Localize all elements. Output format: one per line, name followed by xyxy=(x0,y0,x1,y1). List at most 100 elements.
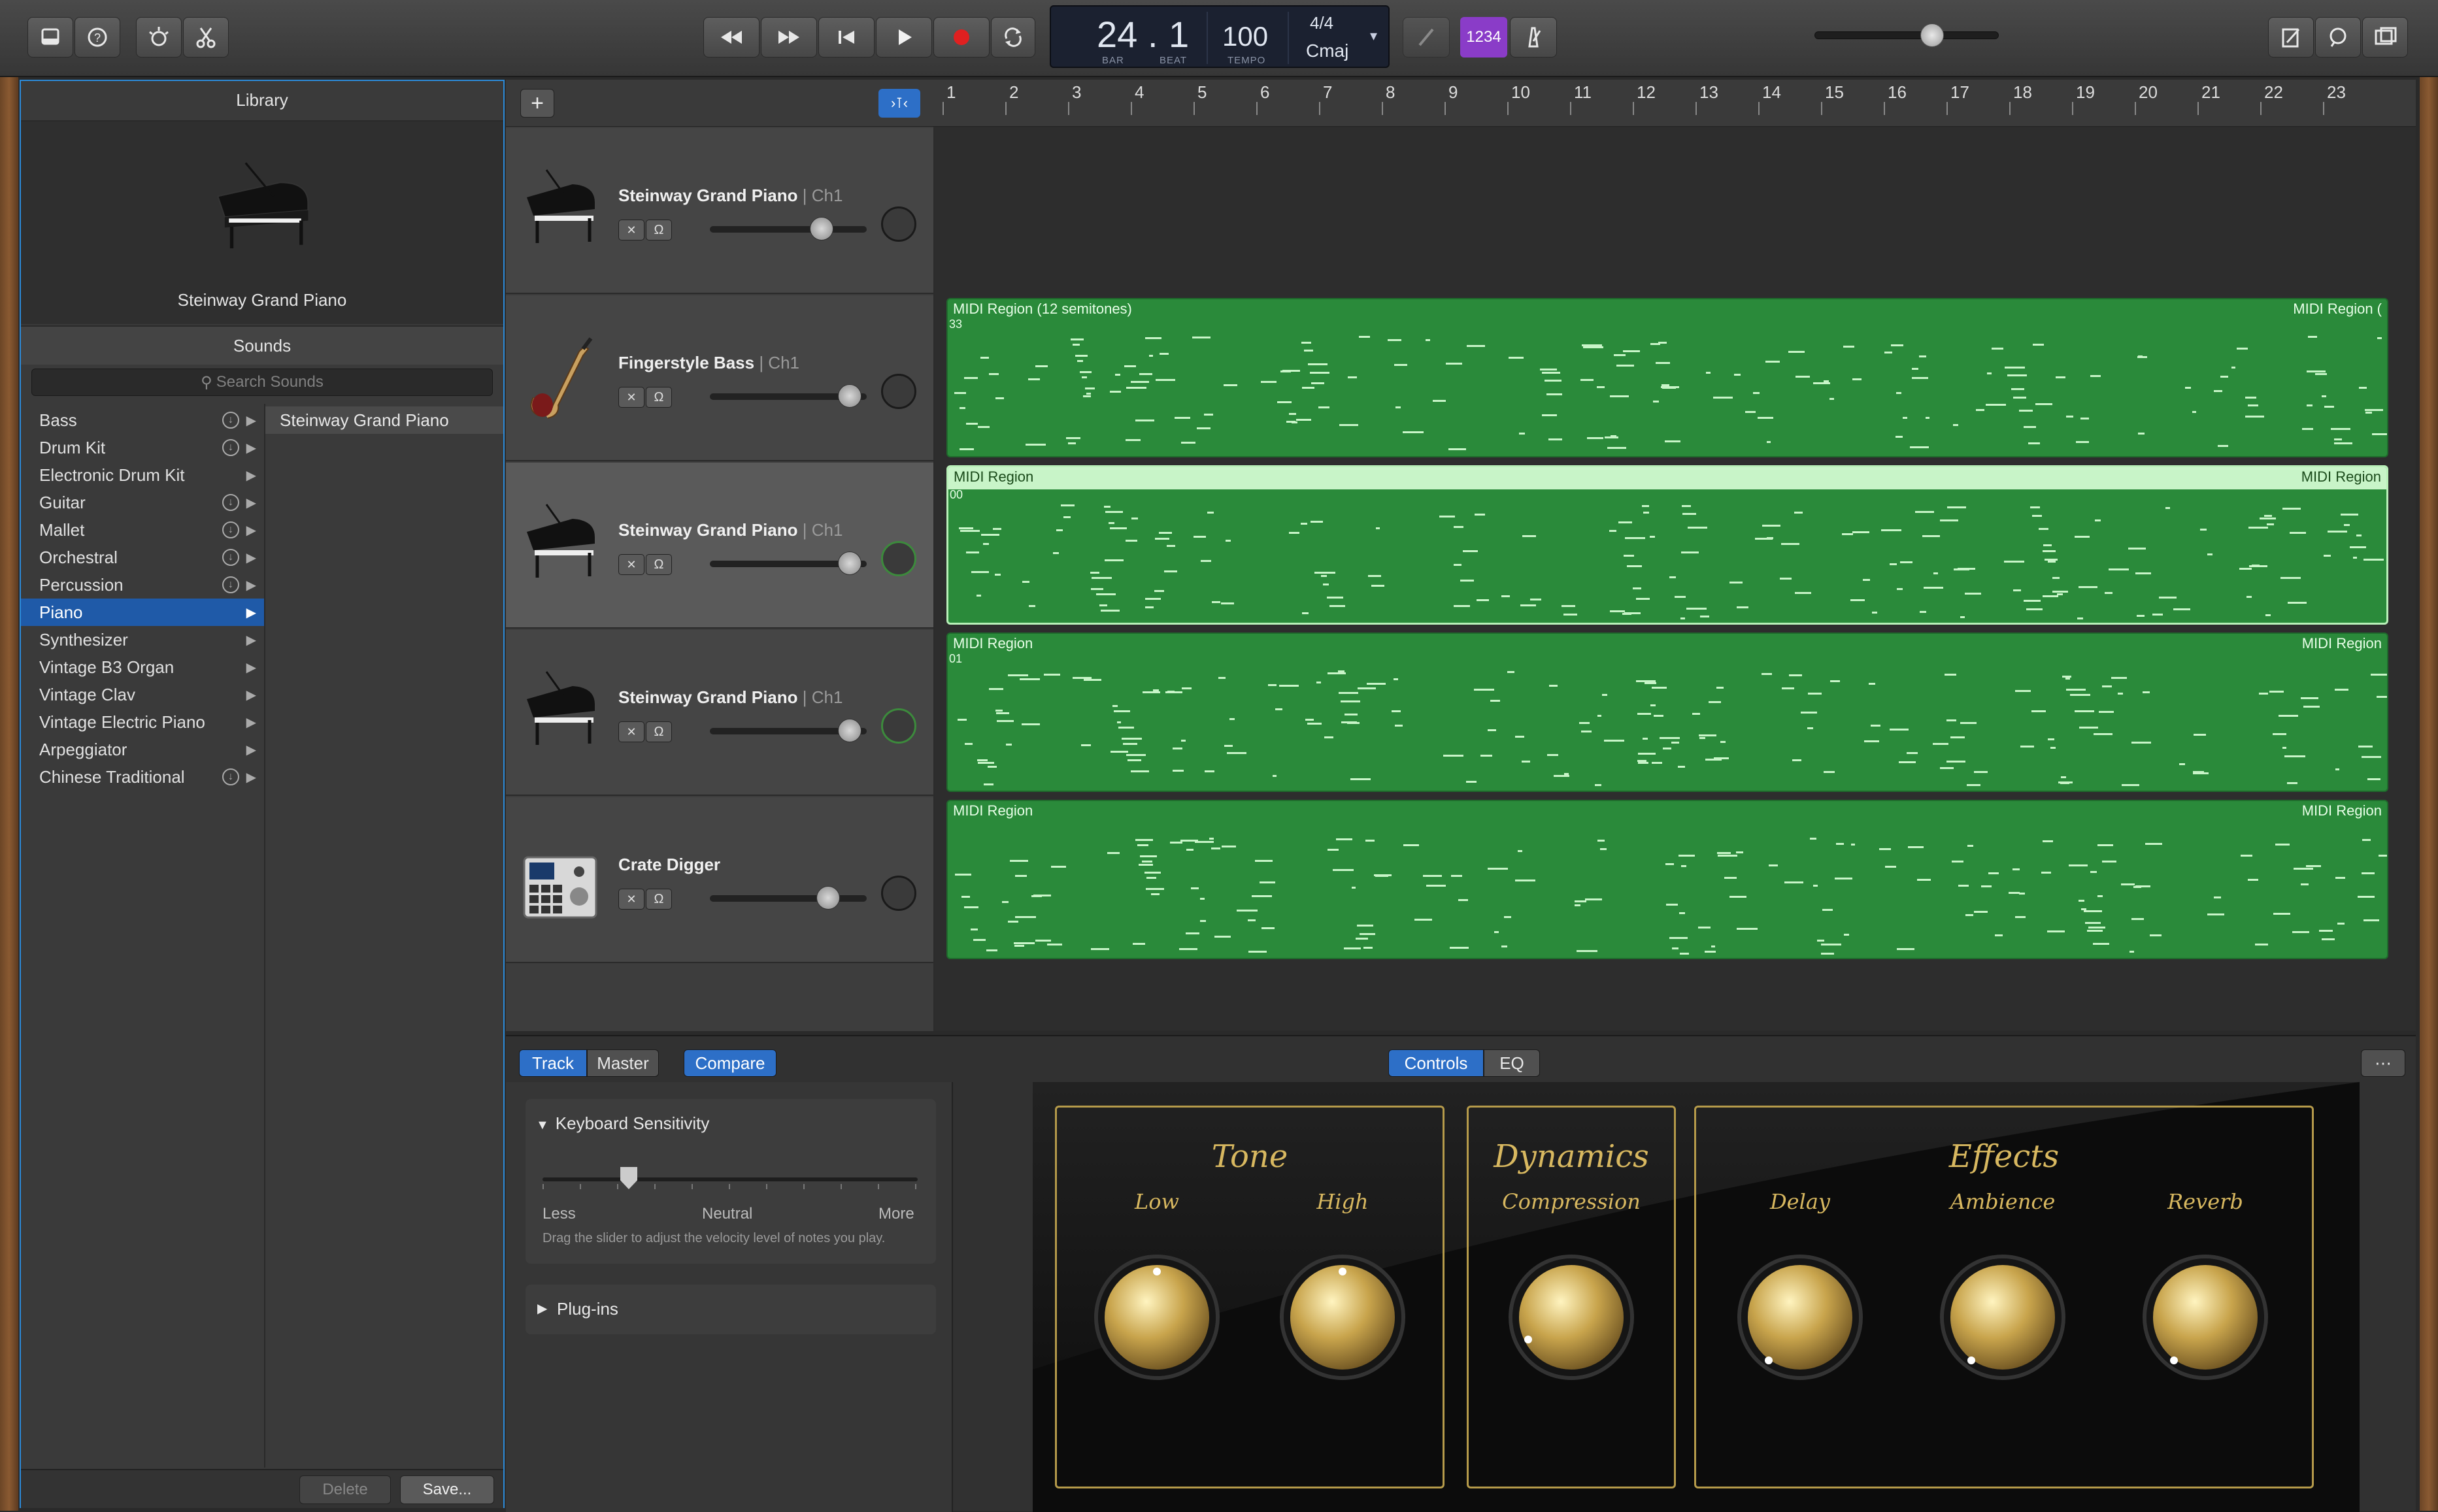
category-chinese-traditional[interactable]: Chinese Traditional ↓ ▶ xyxy=(21,763,264,791)
solo-button[interactable]: Ω xyxy=(646,220,672,240)
solo-button[interactable]: Ω xyxy=(646,889,672,910)
help-icon[interactable]: ? xyxy=(75,17,120,58)
category-drum-kit[interactable]: Drum Kit ↓ ▶ xyxy=(21,434,264,461)
midi-note xyxy=(1347,376,1358,379)
tab-track[interactable]: Track xyxy=(519,1049,587,1077)
category-mallet[interactable]: Mallet ↓ ▶ xyxy=(21,516,264,544)
category-piano[interactable]: Piano ▶ xyxy=(21,599,264,626)
record-icon[interactable] xyxy=(933,17,990,58)
mute-button[interactable]: ✕ xyxy=(618,387,644,408)
download-icon[interactable]: ↓ xyxy=(222,576,239,593)
category-vintage-b3-organ[interactable]: Vintage B3 Organ ▶ xyxy=(21,653,264,681)
track-volume-slider[interactable] xyxy=(710,384,867,408)
solo-button[interactable]: Ω xyxy=(646,721,672,742)
lcd-display[interactable]: 24 . 1 BAR BEAT 100 TEMPO 4/4 Cmaj ▾ xyxy=(1050,5,1390,68)
mute-button[interactable]: ✕ xyxy=(618,889,644,910)
track-volume-knob[interactable] xyxy=(837,384,861,408)
master-volume-knob[interactable] xyxy=(1920,24,1945,47)
rewind-icon[interactable] xyxy=(703,17,760,58)
add-track-button[interactable]: + xyxy=(520,89,554,118)
sensitivity-thumb[interactable] xyxy=(620,1167,638,1189)
save-button[interactable]: Save... xyxy=(400,1475,494,1504)
category-percussion[interactable]: Percussion ↓ ▶ xyxy=(21,571,264,599)
delay-knob[interactable] xyxy=(1741,1258,1859,1376)
category-guitar[interactable]: Guitar ↓ ▶ xyxy=(21,489,264,516)
ambience-knob[interactable] xyxy=(1944,1258,2062,1376)
solo-button[interactable]: Ω xyxy=(646,387,672,408)
patch-item[interactable]: Steinway Grand Piano xyxy=(265,406,503,434)
search-sounds-input[interactable]: ⚲ Search Sounds xyxy=(31,369,493,396)
tab-controls[interactable]: Controls xyxy=(1388,1049,1484,1077)
lcd-dropdown-icon[interactable]: ▾ xyxy=(1370,27,1377,44)
category-orchestral[interactable]: Orchestral ↓ ▶ xyxy=(21,544,264,571)
track-volume-slider[interactable] xyxy=(710,719,867,742)
plugins-panel[interactable]: ▶ Plug-ins xyxy=(526,1285,936,1334)
pan-knob[interactable] xyxy=(881,541,916,576)
category-synthesizer[interactable]: Synthesizer ▶ xyxy=(21,626,264,653)
track-volume-knob[interactable] xyxy=(810,217,833,240)
editors-icon[interactable] xyxy=(183,17,229,58)
solo-button[interactable]: Ω xyxy=(646,554,672,575)
pan-knob[interactable] xyxy=(881,206,916,242)
midi-region-selected[interactable]: MIDI Region MIDI Region 00 xyxy=(946,465,2388,625)
pan-knob[interactable] xyxy=(881,708,916,744)
midi-region[interactable]: MIDI Region (12 semitones) MIDI Region (… xyxy=(946,298,2388,457)
track-row[interactable]: Crate Digger ✕ Ω xyxy=(506,797,933,963)
notepad-icon[interactable] xyxy=(2268,17,2314,58)
track-volume-knob[interactable] xyxy=(837,551,861,575)
mute-button[interactable]: ✕ xyxy=(618,220,644,240)
track-volume-knob[interactable] xyxy=(816,886,841,910)
delete-button[interactable]: Delete xyxy=(299,1475,391,1504)
compression-knob[interactable] xyxy=(1512,1258,1630,1376)
download-icon[interactable]: ↓ xyxy=(222,768,239,785)
tab-eq[interactable]: EQ xyxy=(1484,1049,1540,1077)
download-icon[interactable]: ↓ xyxy=(222,412,239,429)
count-in-button[interactable]: 1234 xyxy=(1460,17,1507,58)
track-volume-slider[interactable] xyxy=(710,886,867,910)
metronome-icon[interactable] xyxy=(1510,17,1557,58)
track-row[interactable]: Steinway Grand Piano | Ch1 ✕ Ω xyxy=(506,128,933,294)
track-volume-slider[interactable] xyxy=(710,551,867,575)
keyboard-sensitivity-header[interactable]: ▼ Keyboard Sensitivity xyxy=(536,1113,709,1134)
category-electronic-drum-kit[interactable]: Electronic Drum Kit ▶ xyxy=(21,461,264,489)
high-knob[interactable] xyxy=(1284,1258,1401,1376)
sensitivity-slider[interactable] xyxy=(543,1167,918,1191)
smart-controls-inspector-icon[interactable]: ⋯ xyxy=(2361,1049,2405,1077)
midi-region[interactable]: MIDI Region MIDI Region xyxy=(946,800,2388,959)
timeline-ruler[interactable]: 1 2 3 4 5 6 7 8 9 10 11 12 13 14 15 16 17 18 19 20 21 22 23 xyxy=(933,80,2416,127)
cycle-icon[interactable] xyxy=(991,17,1035,58)
download-icon[interactable]: ↓ xyxy=(222,494,239,511)
library-icon[interactable] xyxy=(27,17,73,58)
smart-controls-icon[interactable] xyxy=(136,17,182,58)
media-browser-icon[interactable] xyxy=(2362,17,2408,58)
midi-region[interactable]: MIDI Region MIDI Region 01 xyxy=(946,633,2388,792)
slider-tick xyxy=(580,1184,581,1189)
reverb-knob[interactable] xyxy=(2146,1258,2264,1376)
mute-button[interactable]: ✕ xyxy=(618,554,644,575)
download-icon[interactable]: ↓ xyxy=(222,439,239,456)
pan-knob[interactable] xyxy=(881,374,916,409)
track-volume-slider[interactable] xyxy=(710,217,867,240)
track-row[interactable]: Fingerstyle Bass | Ch1 ✕ Ω xyxy=(506,295,933,461)
master-volume-slider[interactable] xyxy=(1814,24,1999,47)
track-row-selected[interactable]: Steinway Grand Piano | Ch1 ✕ Ω xyxy=(506,463,933,629)
loop-browser-icon[interactable] xyxy=(2315,17,2361,58)
play-icon[interactable] xyxy=(876,17,932,58)
track-volume-knob[interactable] xyxy=(837,719,861,742)
category-vintage-clav[interactable]: Vintage Clav ▶ xyxy=(21,681,264,708)
category-bass[interactable]: Bass ↓ ▶ xyxy=(21,406,264,434)
go-to-start-icon[interactable] xyxy=(818,17,875,58)
pan-knob[interactable] xyxy=(881,876,916,911)
tab-master[interactable]: Master xyxy=(587,1049,659,1077)
fast-forward-icon[interactable] xyxy=(761,17,817,58)
download-icon[interactable]: ↓ xyxy=(222,549,239,566)
category-vintage-electric-piano[interactable]: Vintage Electric Piano ▶ xyxy=(21,708,264,736)
tuner-icon[interactable] xyxy=(1403,17,1450,58)
mute-button[interactable]: ✕ xyxy=(618,721,644,742)
compare-button[interactable]: Compare xyxy=(684,1049,776,1077)
track-row[interactable]: Steinway Grand Piano | Ch1 ✕ Ω xyxy=(506,630,933,796)
low-knob[interactable] xyxy=(1098,1258,1216,1376)
download-icon[interactable]: ↓ xyxy=(222,521,239,538)
category-arpeggiator[interactable]: Arpeggiator ▶ xyxy=(21,736,264,763)
catch-playhead-button[interactable]: ›⊺‹ xyxy=(878,89,920,118)
